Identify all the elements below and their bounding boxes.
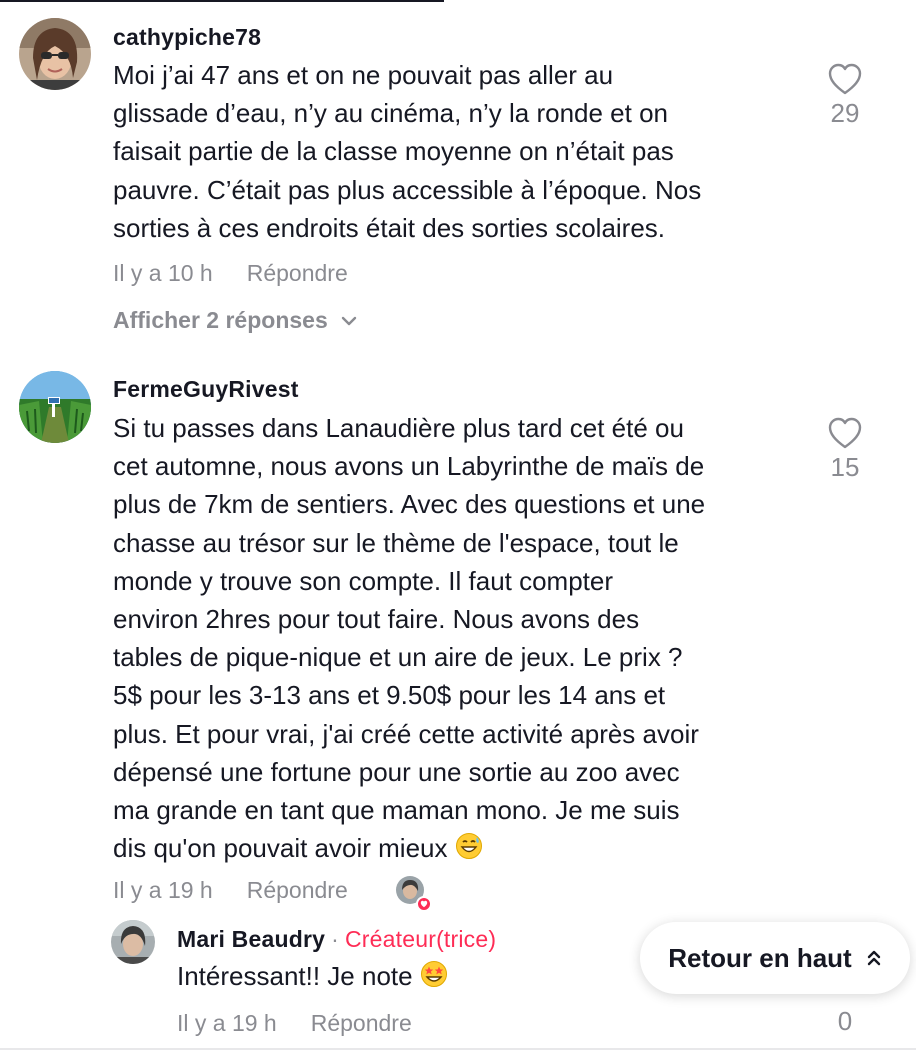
creator-liked-indicator xyxy=(396,876,432,912)
comment-text: Si tu passes dans Lanaudière plus tard c… xyxy=(113,409,813,867)
comment-line: glissade d’eau, n’y au cinéma, n’y la ro… xyxy=(113,98,669,129)
comment-meta: Il y a 19 h Répondre xyxy=(113,877,348,904)
comment-time: Il y a 19 h xyxy=(113,877,213,903)
comment-time: Il y a 10 h xyxy=(113,260,213,286)
like-count: 15 xyxy=(830,452,860,482)
reply-header: Mari Beaudry · Créateur(trice) xyxy=(177,926,496,953)
chevron-down-icon xyxy=(341,316,356,325)
heart-icon xyxy=(828,417,862,449)
reply-meta: Il y a 19 h Répondre xyxy=(177,1010,412,1037)
comment-line: ma grande en tant que maman mono. Je me … xyxy=(113,795,680,826)
comment-line: monde y trouve son compte. Il faut compt… xyxy=(113,565,614,596)
like-button[interactable]: 15 xyxy=(815,416,875,483)
creator-avatar-icon xyxy=(111,920,155,964)
double-chevron-up-icon xyxy=(867,950,880,966)
reply-username[interactable]: Mari Beaudry xyxy=(177,926,325,952)
comment-meta: Il y a 10 h Répondre xyxy=(113,260,348,287)
top-divider xyxy=(0,0,444,2)
reply-button[interactable]: Répondre xyxy=(247,260,348,286)
creator-badge: Créateur(trice) xyxy=(344,926,497,952)
comment-line: plus de 7km de sentiers. Avec des questi… xyxy=(113,489,706,520)
reply-time: Il y a 19 h xyxy=(177,1010,277,1036)
comment-line: dis qu'on pouvait avoir mieux xyxy=(113,833,448,864)
comment-text: Moi j’ai 47 ans et on ne pouvait pas all… xyxy=(113,56,803,247)
comment-username[interactable]: FermeGuyRivest xyxy=(113,376,299,403)
user-avatar-icon xyxy=(19,18,91,90)
bottom-divider xyxy=(0,1048,916,1050)
show-replies-label: Afficher 2 réponses xyxy=(113,307,328,333)
star-struck-emoji-icon xyxy=(420,961,447,987)
comment-line: cet automne, nous avons un Labyrinthe de… xyxy=(113,451,705,482)
comment-line: tables de pique-nique et un aire de jeux… xyxy=(113,642,683,673)
grinning-sweat-emoji-icon xyxy=(455,833,482,860)
comment-line: Moi j’ai 47 ans et on ne pouvait pas all… xyxy=(113,60,614,90)
back-to-top-label: Retour en haut xyxy=(668,942,852,973)
avatar[interactable] xyxy=(19,371,91,443)
cornfield-avatar-icon xyxy=(19,371,91,443)
comment-line: faisait partie de la classe moyenne on n… xyxy=(113,136,674,167)
separator: · xyxy=(331,926,339,952)
reply-text: Intéressant!! Je note xyxy=(177,957,448,995)
like-count: 0 xyxy=(837,1006,853,1036)
reply-button[interactable]: Répondre xyxy=(247,877,348,903)
comment-line: chasse au trésor sur le thème de l'espac… xyxy=(113,527,679,558)
heart-badge-icon xyxy=(416,896,432,912)
heart-icon xyxy=(828,63,862,95)
comment-line: 5$ pour les 3-13 ans et 9.50$ pour les 1… xyxy=(113,680,666,711)
comment-line: Si tu passes dans Lanaudière plus tard c… xyxy=(113,413,684,443)
reply-button[interactable]: Répondre xyxy=(311,1010,412,1036)
reply-text-content: Intéressant!! Je note xyxy=(177,961,413,991)
comments-panel: cathypiche78 Moi j’ai 47 ans et on ne po… xyxy=(0,0,916,1052)
back-to-top-button[interactable]: Retour en haut xyxy=(640,922,910,994)
avatar[interactable] xyxy=(19,18,91,90)
comment-line-last: dis qu'on pouvait avoir mieux xyxy=(113,829,813,867)
like-button[interactable]: 29 xyxy=(815,62,875,129)
comment-line: sorties à ces endroits était des sorties… xyxy=(113,212,666,243)
like-count: 29 xyxy=(830,98,860,128)
show-replies-button[interactable]: Afficher 2 réponses xyxy=(113,307,358,334)
comment-line: pauvre. C’était pas plus accessible à l’… xyxy=(113,174,702,205)
comment-line: environ 2hres pour tout faire. Nous avon… xyxy=(113,604,640,635)
comment-line: plus. Et pour vrai, j'ai créé cette acti… xyxy=(113,718,699,749)
comment-username[interactable]: cathypiche78 xyxy=(113,24,261,51)
avatar[interactable] xyxy=(111,920,155,964)
like-button[interactable]: 0 xyxy=(815,1006,875,1037)
comment-line: dépensé une fortune pour une sortie au z… xyxy=(113,756,680,787)
